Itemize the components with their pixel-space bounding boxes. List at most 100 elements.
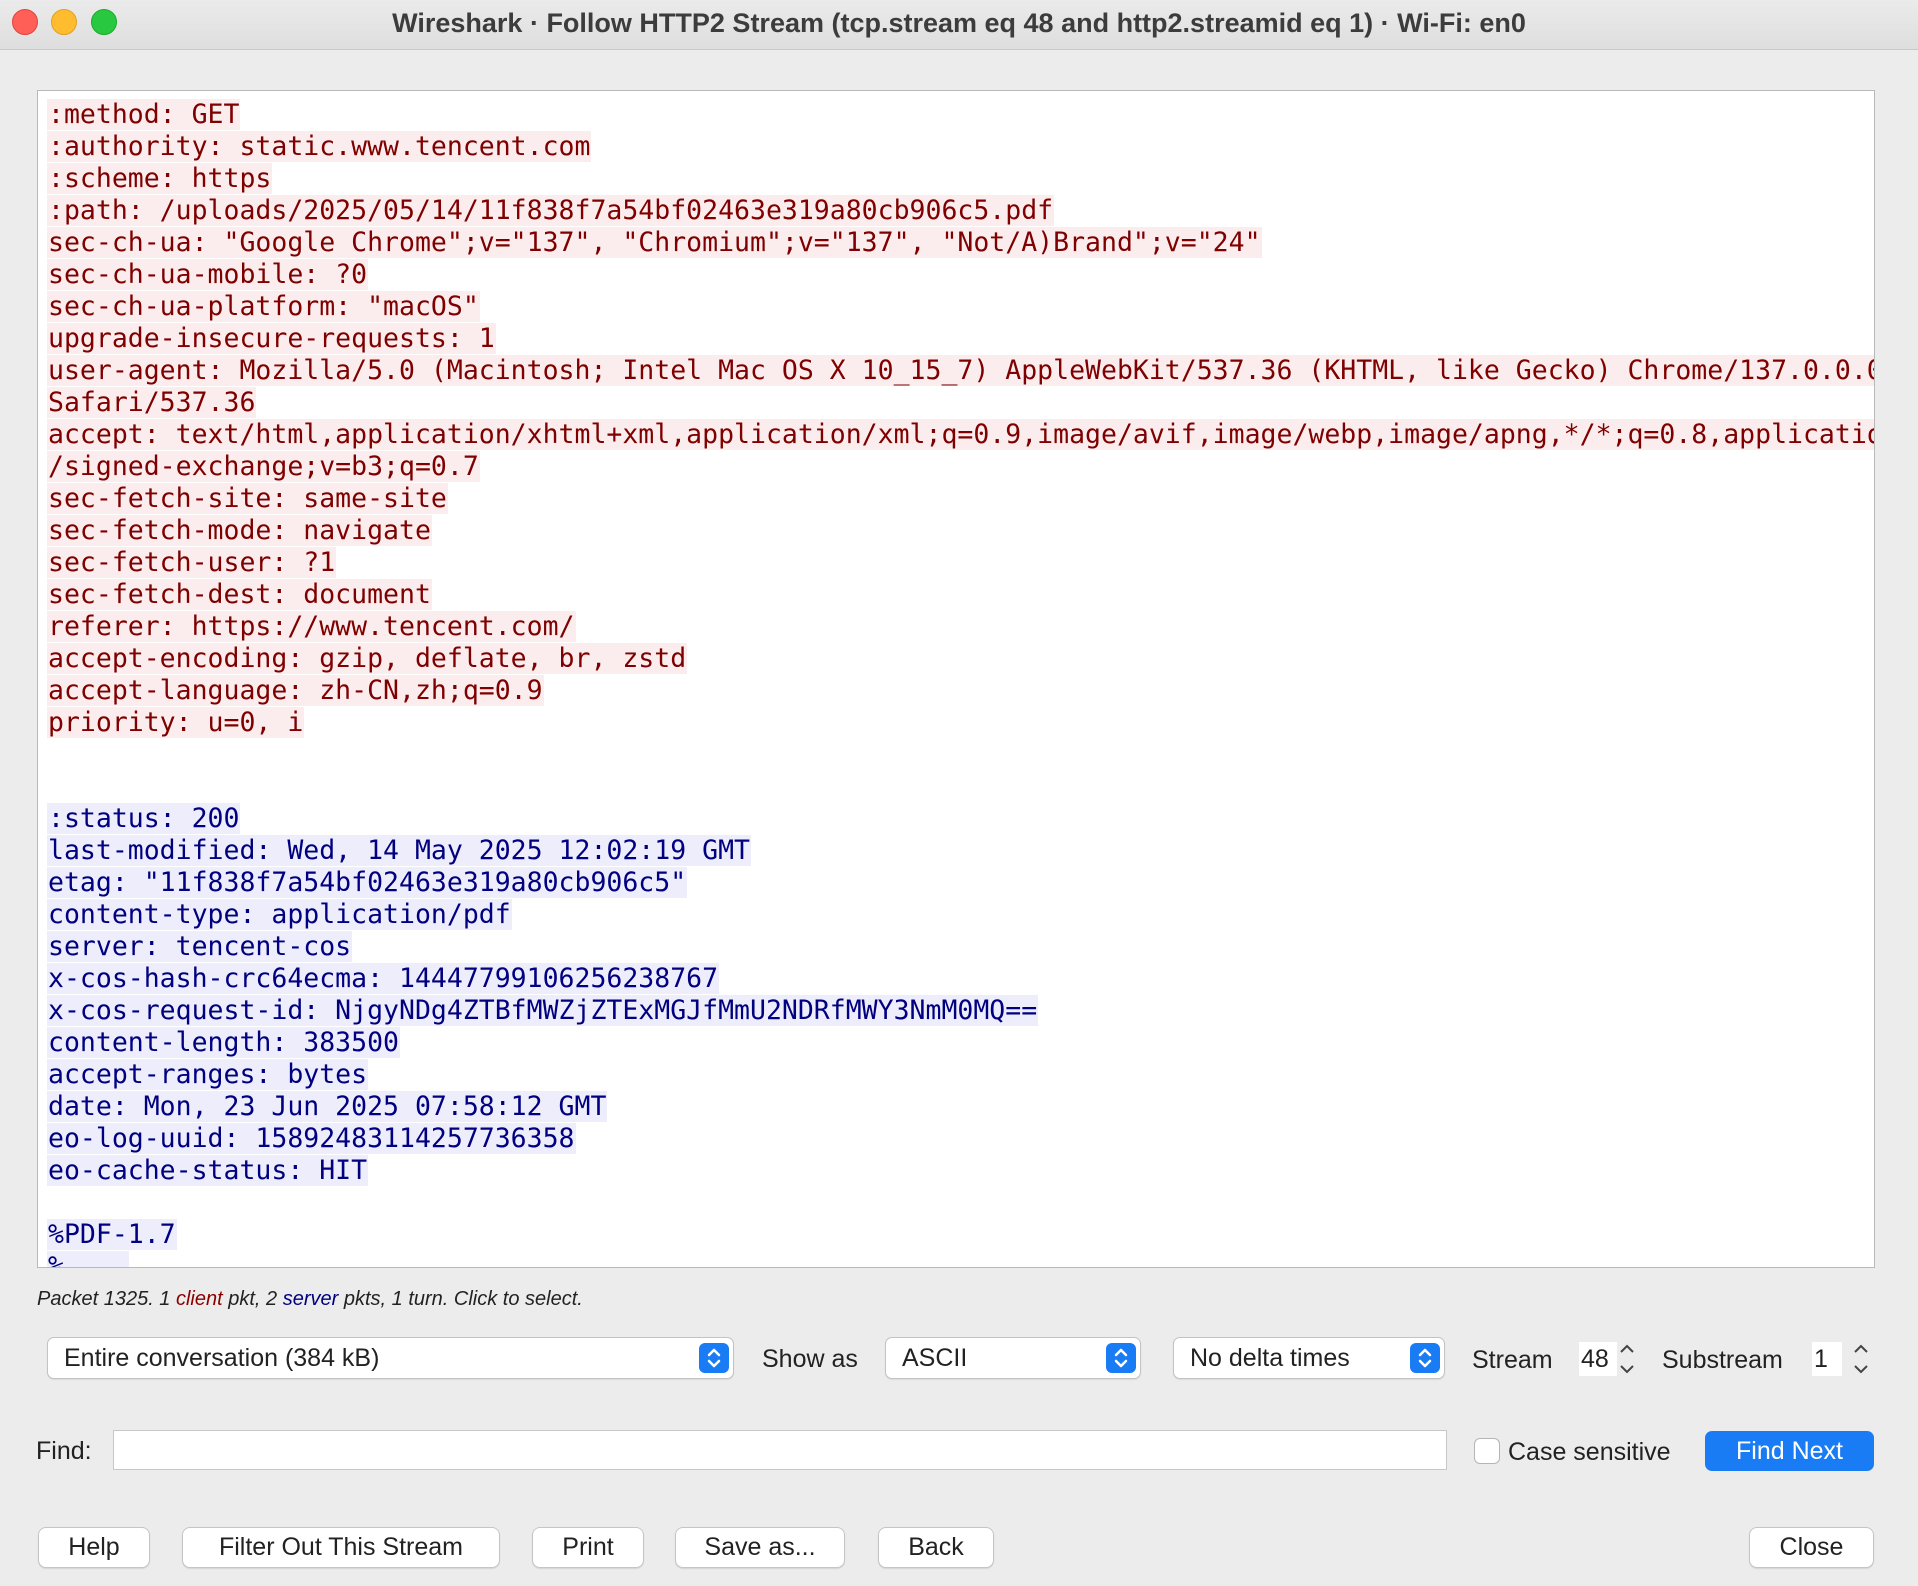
client-stream-line: upgrade-insecure-requests: 1: [47, 323, 1874, 355]
server-stream-line: x-cos-request-id: NjgyNDg4ZTBfMWZjZTExMG…: [47, 995, 1874, 1027]
client-stream-text: sec-ch-ua: "Google Chrome";v="137", "Chr…: [47, 227, 1262, 258]
client-stream-line: :path: /uploads/2025/05/14/11f838f7a54bf…: [47, 195, 1874, 227]
server-stream-line: last-modified: Wed, 14 May 2025 12:02:19…: [47, 835, 1874, 867]
title-bar: Wireshark · Follow HTTP2 Stream (tcp.str…: [0, 0, 1918, 50]
client-stream-text: :authority: static.www.tencent.com: [47, 131, 592, 162]
client-stream-text: :scheme: https: [47, 163, 273, 194]
client-stream-line: sec-ch-ua: "Google Chrome";v="137", "Chr…: [47, 227, 1874, 259]
client-stream-text: :method: GET: [47, 99, 241, 130]
client-stream-text: accept: text/html,application/xhtml+xml,…: [47, 419, 1874, 450]
server-stream-line: :status: 200: [47, 803, 1874, 835]
client-stream-line: priority: u=0, i: [47, 707, 1874, 739]
find-input[interactable]: [113, 1430, 1447, 1470]
server-stream-text: x-cos-hash-crc64ecma: 144477991062562387…: [47, 963, 720, 994]
server-stream-text: last-modified: Wed, 14 May 2025 12:02:19…: [47, 835, 751, 866]
client-stream-text: sec-fetch-site: same-site: [47, 483, 448, 514]
server-stream-line: %....: [47, 1251, 1874, 1267]
server-stream-text: %....: [47, 1251, 129, 1267]
stepper-arrows-icon: [1620, 1344, 1634, 1374]
server-stream-line: content-length: 383500: [47, 1027, 1874, 1059]
chevron-updown-icon: [699, 1343, 729, 1373]
find-label: Find:: [36, 1437, 92, 1465]
server-stream-line: x-cos-hash-crc64ecma: 144477991062562387…: [47, 963, 1874, 995]
case-sensitive-label: Case sensitive: [1508, 1438, 1671, 1466]
client-stream-line: accept-encoding: gzip, deflate, br, zstd: [47, 643, 1874, 675]
client-stream-line: referer: https://www.tencent.com/: [47, 611, 1874, 643]
server-stream-line: accept-ranges: bytes: [47, 1059, 1874, 1091]
client-stream-text: /signed-exchange;v=b3;q=0.7: [47, 451, 480, 482]
print-button[interactable]: Print: [532, 1527, 644, 1568]
client-stream-line: sec-fetch-mode: navigate: [47, 515, 1874, 547]
delta-times-value: No delta times: [1190, 1344, 1350, 1372]
client-stream-text: sec-fetch-mode: navigate: [47, 515, 432, 546]
client-stream-line: sec-ch-ua-platform: "macOS": [47, 291, 1874, 323]
client-stream-line: sec-ch-ua-mobile: ?0: [47, 259, 1874, 291]
server-stream-line: eo-log-uuid: 15892483114257736358: [47, 1123, 1874, 1155]
stream-content[interactable]: :method: GET:authority: static.www.tence…: [37, 90, 1875, 1268]
status-mid: pkt, 2: [222, 1288, 283, 1310]
case-sensitive-checkbox[interactable]: [1474, 1438, 1500, 1464]
substream-stepper[interactable]: [1849, 1338, 1873, 1380]
close-button[interactable]: Close: [1749, 1527, 1874, 1568]
status-client: client: [175, 1288, 223, 1310]
back-button[interactable]: Back: [878, 1527, 994, 1568]
server-stream-text: content-type: application/pdf: [47, 899, 512, 930]
filter-out-stream-button[interactable]: Filter Out This Stream: [182, 1527, 500, 1568]
client-stream-text: sec-fetch-user: ?1: [47, 547, 337, 578]
client-stream-line: sec-fetch-dest: document: [47, 579, 1874, 611]
status-server: server: [282, 1288, 339, 1310]
client-stream-text: priority: u=0, i: [47, 707, 305, 738]
client-stream-line: :method: GET: [47, 99, 1874, 131]
delta-times-select[interactable]: No delta times: [1173, 1337, 1445, 1379]
client-stream-text: upgrade-insecure-requests: 1: [47, 323, 496, 354]
save-as-button[interactable]: Save as...: [675, 1527, 845, 1568]
conversation-select[interactable]: Entire conversation (384 kB): [47, 1337, 734, 1379]
client-stream-text: sec-ch-ua-platform: "macOS": [47, 291, 480, 322]
client-stream-line: accept: text/html,application/xhtml+xml,…: [47, 419, 1874, 451]
server-stream-line: date: Mon, 23 Jun 2025 07:58:12 GMT: [47, 1091, 1874, 1123]
client-stream-line: :scheme: https: [47, 163, 1874, 195]
status-suffix: pkts, 1 turn. Click to select.: [338, 1288, 583, 1310]
server-stream-text: etag: "11f838f7a54bf02463e319a80cb906c5": [47, 867, 688, 898]
server-stream-text: date: Mon, 23 Jun 2025 07:58:12 GMT: [47, 1091, 608, 1122]
client-stream-line: accept-language: zh-CN,zh;q=0.9: [47, 675, 1874, 707]
substream-label: Substream: [1662, 1346, 1783, 1374]
client-stream-text: sec-ch-ua-mobile: ?0: [47, 259, 369, 290]
substream-number-input[interactable]: 1: [1812, 1342, 1842, 1376]
server-stream-text: accept-ranges: bytes: [47, 1059, 369, 1090]
status-prefix: Packet 1325. 1: [37, 1288, 176, 1310]
packet-status[interactable]: Packet 1325. 1 client pkt, 2 server pkts…: [37, 1288, 583, 1311]
client-stream-line: Safari/537.36: [47, 387, 1874, 419]
server-stream-text: :status: 200: [47, 803, 241, 834]
server-stream-text: server: tencent-cos: [47, 931, 353, 962]
client-stream-line: user-agent: Mozilla/5.0 (Macintosh; Inte…: [47, 355, 1874, 387]
client-stream-text: :path: /uploads/2025/05/14/11f838f7a54bf…: [47, 195, 1055, 226]
window-title: Wireshark · Follow HTTP2 Stream (tcp.str…: [392, 8, 1526, 38]
client-stream-text: Safari/537.36: [47, 387, 257, 418]
client-stream-line: sec-fetch-user: ?1: [47, 547, 1874, 579]
chevron-updown-icon: [1106, 1343, 1136, 1373]
server-stream-text: content-length: 383500: [47, 1027, 400, 1058]
stream-label: Stream: [1472, 1346, 1553, 1374]
client-stream-text: sec-fetch-dest: document: [47, 579, 432, 610]
help-button[interactable]: Help: [38, 1527, 150, 1568]
server-stream-text: %PDF-1.7: [47, 1219, 177, 1250]
client-stream-text: accept-encoding: gzip, deflate, br, zstd: [47, 643, 688, 674]
server-stream-text: x-cos-request-id: NjgyNDg4ZTBfMWZjZTExMG…: [47, 995, 1039, 1026]
client-stream-text: user-agent: Mozilla/5.0 (Macintosh; Inte…: [47, 355, 1874, 386]
client-stream-line: sec-fetch-site: same-site: [47, 483, 1874, 515]
show-as-select[interactable]: ASCII: [885, 1337, 1141, 1379]
stream-number-input[interactable]: 48: [1579, 1342, 1617, 1376]
stream-stepper[interactable]: [1615, 1338, 1639, 1380]
find-next-button[interactable]: Find Next: [1705, 1431, 1874, 1471]
chevron-updown-icon: [1410, 1343, 1440, 1373]
client-stream-text: accept-language: zh-CN,zh;q=0.9: [47, 675, 544, 706]
server-stream-text: eo-log-uuid: 15892483114257736358: [47, 1123, 576, 1154]
show-as-label: Show as: [762, 1345, 858, 1373]
server-stream-line: %PDF-1.7: [47, 1219, 1874, 1251]
stepper-arrows-icon: [1854, 1344, 1868, 1374]
client-stream-text: referer: https://www.tencent.com/: [47, 611, 576, 642]
